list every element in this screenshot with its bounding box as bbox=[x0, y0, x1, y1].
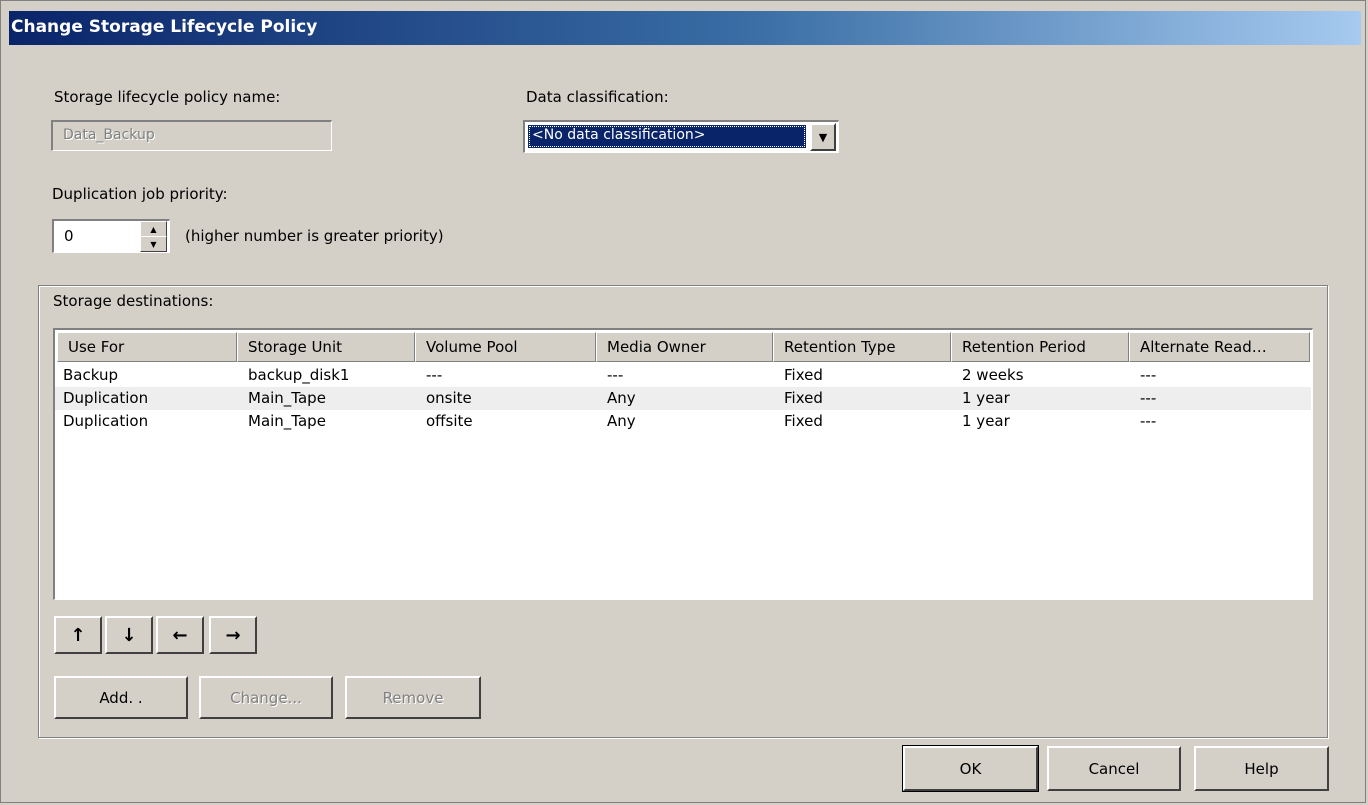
cell-alternate-read: --- bbox=[1140, 389, 1157, 407]
cell-retention-type: Fixed bbox=[784, 366, 823, 384]
spin-down-button[interactable]: ▼ bbox=[140, 236, 167, 252]
change-button-label: Change... bbox=[230, 688, 302, 707]
cancel-button[interactable]: Cancel bbox=[1047, 746, 1181, 791]
cell-retention-type: Fixed bbox=[784, 412, 823, 430]
cell-media-owner: Any bbox=[607, 412, 636, 430]
policy-name-field: Data_Backup bbox=[51, 120, 332, 151]
selected-classification: <No data classification> bbox=[532, 127, 706, 143]
cell-volume-pool: offsite bbox=[426, 412, 473, 430]
move-left-button[interactable]: ← bbox=[156, 616, 204, 654]
data-classification-label: Data classification: bbox=[526, 88, 669, 106]
remove-button[interactable]: Remove bbox=[345, 676, 481, 719]
ok-button-label: OK bbox=[959, 759, 982, 778]
table-row[interactable]: Duplication Main_Tape offsite Any Fixed … bbox=[55, 410, 1311, 433]
table-row[interactable]: Duplication Main_Tape onsite Any Fixed 1… bbox=[55, 387, 1311, 410]
column-header-retention-type[interactable]: Retention Type bbox=[773, 332, 951, 362]
column-header-volume-pool[interactable]: Volume Pool bbox=[415, 332, 596, 362]
help-button[interactable]: Help bbox=[1194, 746, 1329, 791]
move-up-button[interactable]: ↑ bbox=[54, 616, 102, 654]
change-button[interactable]: Change... bbox=[199, 676, 333, 719]
priority-hint: (higher number is greater priority) bbox=[185, 227, 444, 245]
spin-up-button[interactable]: ▲ bbox=[140, 221, 167, 237]
cancel-button-label: Cancel bbox=[1088, 759, 1140, 778]
cell-volume-pool: onsite bbox=[426, 389, 472, 407]
cell-volume-pool: --- bbox=[426, 366, 443, 384]
column-header-retention-period[interactable]: Retention Period bbox=[951, 332, 1129, 362]
ok-button[interactable]: OK bbox=[902, 745, 1039, 792]
add-button-label: Add. . bbox=[99, 688, 143, 707]
arrow-up-icon: ↑ bbox=[70, 624, 86, 646]
arrow-right-icon: → bbox=[225, 624, 241, 646]
remove-button-label: Remove bbox=[382, 688, 444, 707]
cell-storage-unit: Main_Tape bbox=[248, 412, 326, 430]
arrow-left-icon: ← bbox=[172, 624, 188, 646]
cell-media-owner: Any bbox=[607, 389, 636, 407]
data-classification-select[interactable]: <No data classification> ▼ bbox=[523, 120, 839, 153]
cell-media-owner: --- bbox=[607, 366, 624, 384]
policy-name-label: Storage lifecycle policy name: bbox=[54, 88, 281, 106]
priority-value: 0 bbox=[64, 227, 74, 245]
cell-retention-type: Fixed bbox=[784, 389, 823, 407]
column-header-media-owner[interactable]: Media Owner bbox=[596, 332, 773, 362]
move-right-button[interactable]: → bbox=[209, 616, 257, 654]
cell-alternate-read: --- bbox=[1140, 412, 1157, 430]
column-header-storage-unit[interactable]: Storage Unit bbox=[237, 332, 415, 362]
cell-use-for: Duplication bbox=[63, 412, 149, 430]
dialog-title: Change Storage Lifecycle Policy bbox=[11, 17, 318, 37]
move-down-button[interactable]: ↓ bbox=[105, 616, 153, 654]
cell-retention-period: 1 year bbox=[962, 389, 1010, 407]
arrow-down-icon: ↓ bbox=[121, 624, 137, 646]
dropdown-button[interactable]: ▼ bbox=[810, 123, 836, 151]
change-storage-lifecycle-policy-dialog: Change Storage Lifecycle Policy Storage … bbox=[0, 0, 1366, 803]
cell-retention-period: 2 weeks bbox=[962, 366, 1024, 384]
column-header-alternate-read[interactable]: Alternate Read… bbox=[1129, 332, 1310, 362]
column-header-use-for[interactable]: Use For bbox=[57, 332, 237, 362]
cell-storage-unit: Main_Tape bbox=[248, 389, 326, 407]
priority-spinner[interactable]: 0 ▲ ▼ bbox=[52, 219, 170, 253]
table-row[interactable]: Backup backup_disk1 --- --- Fixed 2 week… bbox=[55, 364, 1311, 387]
spin-up-icon: ▲ bbox=[150, 224, 157, 234]
add-button[interactable]: Add. . bbox=[54, 676, 188, 719]
selected-option-highlight: <No data classification> bbox=[528, 125, 806, 148]
help-button-label: Help bbox=[1244, 759, 1279, 778]
cell-retention-period: 1 year bbox=[962, 412, 1010, 430]
cell-use-for: Duplication bbox=[63, 389, 149, 407]
title-bar[interactable]: Change Storage Lifecycle Policy bbox=[9, 11, 1361, 45]
chevron-down-icon: ▼ bbox=[818, 130, 828, 144]
storage-destinations-label: Storage destinations: bbox=[53, 292, 214, 310]
duplication-priority-label: Duplication job priority: bbox=[52, 185, 228, 203]
policy-name-value: Data_Backup bbox=[63, 127, 155, 143]
cell-alternate-read: --- bbox=[1140, 366, 1157, 384]
cell-storage-unit: backup_disk1 bbox=[248, 366, 350, 384]
cell-use-for: Backup bbox=[63, 366, 118, 384]
storage-destinations-list[interactable]: Use For Storage Unit Volume Pool Media O… bbox=[53, 328, 1313, 600]
spin-down-icon: ▼ bbox=[150, 239, 157, 249]
